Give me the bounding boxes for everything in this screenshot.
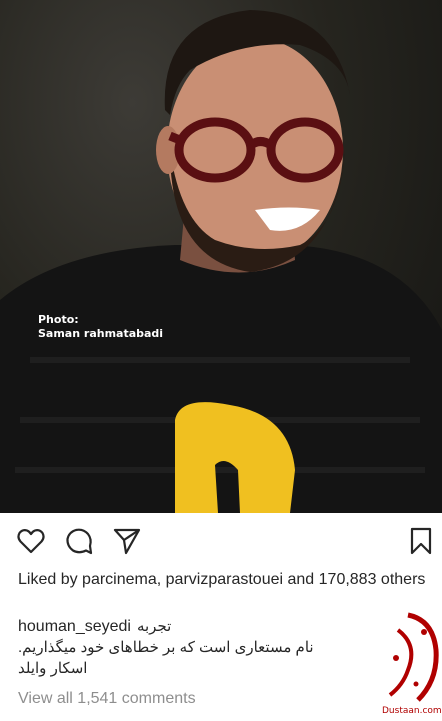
- likes-count[interactable]: 170,883: [319, 571, 377, 588]
- likes-suffix: others: [376, 571, 426, 588]
- caption-username[interactable]: houman_seyedi: [18, 616, 131, 637]
- liker-parvizparastouei[interactable]: parvizparastouei: [166, 571, 283, 588]
- post-caption: houman_seyedi تجربه نام مستعاری است که ب…: [18, 616, 358, 679]
- heart-icon[interactable]: [16, 526, 46, 556]
- photo-credit-name: Saman rahmatabadi: [38, 327, 164, 340]
- watermark-site: Dustaan.com: [382, 706, 442, 716]
- caption-line-2: اسکار وایلد: [18, 660, 88, 677]
- post-photo[interactable]: Photo: Saman rahmatabadi: [0, 0, 442, 513]
- portrait-illustration: [0, 10, 442, 513]
- view-all-comments-link[interactable]: View all 1,541 comments: [18, 690, 196, 708]
- liker-parcinema[interactable]: parcinema: [82, 571, 157, 588]
- caption-line-1: نام مستعاری است که بر خطاهای خود میگذاری…: [18, 639, 314, 656]
- likes-separator: ,: [156, 571, 166, 588]
- comment-icon[interactable]: [64, 526, 94, 556]
- post-actions-bar: [0, 522, 442, 562]
- caption-title: تجربه: [136, 618, 172, 635]
- likes-prefix: Liked by: [18, 571, 83, 588]
- photo-credit: Photo: Saman rahmatabadi: [38, 313, 163, 341]
- paper-plane-icon[interactable]: [112, 526, 142, 556]
- watermark-emblem: [388, 612, 439, 702]
- photo-credit-label: Photo:: [38, 313, 79, 326]
- bookmark-icon[interactable]: [406, 526, 436, 556]
- likes-middle: and: [283, 571, 319, 588]
- watermark-logo: Dustaan.com: [378, 610, 442, 721]
- likes-summary: Liked by parcinema, parvizparastouei and…: [18, 570, 438, 590]
